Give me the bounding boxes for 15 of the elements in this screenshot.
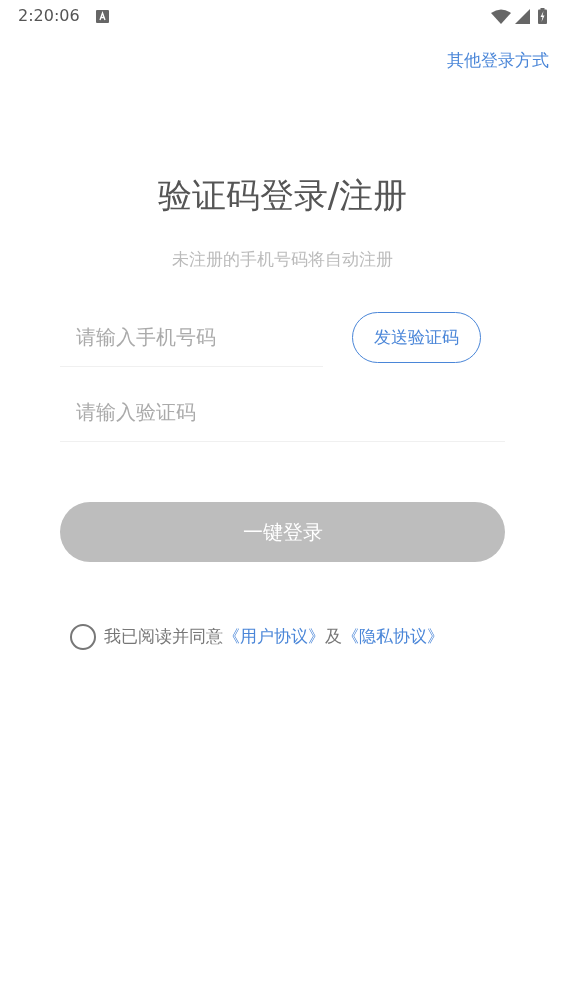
battery-icon <box>538 8 547 24</box>
keyboard-icon <box>95 9 109 23</box>
agreement-link[interactable]: 《隐私协议》 <box>342 626 444 647</box>
other-login-link[interactable]: 其他登录方式 <box>447 48 549 74</box>
phone-field[interactable]: 请输入手机号码 <box>60 308 323 367</box>
wifi-icon <box>491 8 511 24</box>
status-time: 2:20:06 <box>18 5 80 27</box>
agreement-link[interactable]: 《用户协议》 <box>223 626 325 647</box>
agreement-checkbox[interactable] <box>70 624 96 650</box>
code-field[interactable]: 请输入验证码 <box>60 383 505 442</box>
subtitle: 未注册的手机号码将自动注册 <box>171 247 394 271</box>
send-code-button[interactable]: 发送验证码 <box>352 311 481 364</box>
page-title: 验证码登录/注册 <box>156 173 409 217</box>
signal-icon <box>515 8 530 24</box>
agreement-text: 我已阅读并同意《用户协议》及《隐私协议》 <box>104 625 444 649</box>
